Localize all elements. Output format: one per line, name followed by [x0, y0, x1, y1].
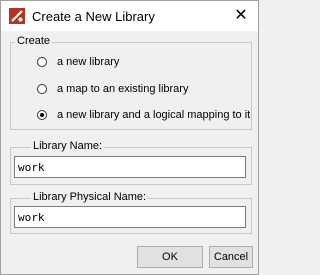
library-name-input[interactable]	[15, 157, 245, 177]
radio-label: a new library	[57, 56, 120, 68]
radio-label: a map to an existing library	[57, 83, 189, 95]
library-physical-name-legend: Library Physical Name:	[31, 191, 149, 203]
window-title: Create a New Library	[32, 9, 155, 24]
library-name-legend: Library Name:	[31, 140, 105, 152]
ok-button[interactable]: OK	[137, 246, 203, 268]
create-group-legend: Create	[15, 35, 53, 47]
radio-label: a new library and a logical mapping to i…	[57, 109, 251, 121]
library-physical-name-input[interactable]	[15, 207, 245, 227]
library-physical-name-group: Library Physical Name:	[10, 191, 252, 234]
radio-button[interactable]	[37, 57, 47, 67]
close-button[interactable]: ✕	[230, 6, 252, 26]
radio-button[interactable]	[37, 110, 47, 120]
close-icon: ✕	[234, 7, 248, 24]
library-physical-name-field[interactable]	[14, 206, 246, 228]
title-bar[interactable]: Create a New Library ✕	[1, 1, 258, 31]
library-name-field[interactable]	[14, 156, 246, 178]
library-name-group: Library Name:	[10, 140, 252, 185]
radio-button[interactable]	[37, 84, 47, 94]
radio-option-map-existing[interactable]: a map to an existing library	[37, 81, 188, 97]
create-library-dialog: Create a New Library ✕ Create a new libr…	[0, 0, 259, 275]
modelsim-icon	[9, 8, 25, 24]
create-group: Create a new library a map to an existin…	[10, 35, 252, 130]
radio-option-new-and-mapping[interactable]: a new library and a logical mapping to i…	[37, 107, 250, 123]
cancel-button[interactable]: Cancel	[209, 246, 253, 268]
radio-option-new-library[interactable]: a new library	[37, 54, 119, 70]
